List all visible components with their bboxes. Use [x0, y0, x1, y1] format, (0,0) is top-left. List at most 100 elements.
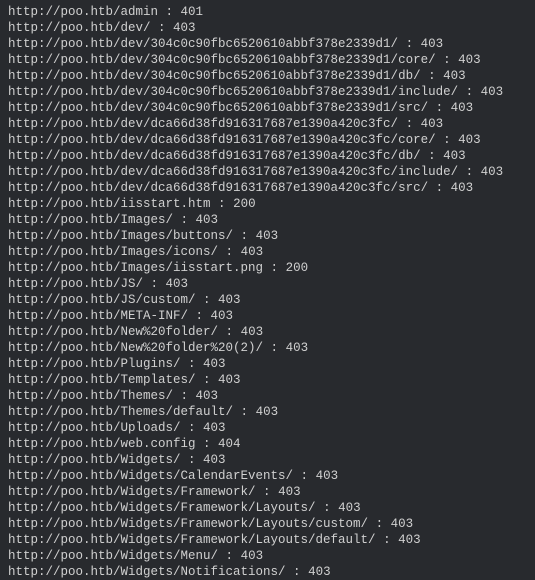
scan-url: http://poo.htb/dev/304c0c90fbc6520610abb… [8, 37, 398, 51]
output-line: http://poo.htb/New%20folder%20(2)/ : 403 [8, 340, 527, 356]
output-line: http://poo.htb/Widgets/Notifications/ : … [8, 564, 527, 580]
http-status: 403 [203, 453, 226, 467]
output-line: http://poo.htb/admin : 401 [8, 4, 527, 20]
scan-url: http://poo.htb/iisstart.htm [8, 197, 211, 211]
separator: : [256, 485, 279, 499]
http-status: 200 [233, 197, 256, 211]
http-status: 403 [398, 533, 421, 547]
scan-url: http://poo.htb/Widgets/ [8, 453, 181, 467]
output-line: http://poo.htb/Templates/ : 403 [8, 372, 527, 388]
scan-url: http://poo.htb/Widgets/Menu/ [8, 549, 218, 563]
http-status: 403 [218, 293, 241, 307]
http-status: 403 [211, 309, 234, 323]
separator: : [316, 501, 339, 515]
http-status: 403 [278, 485, 301, 499]
scan-url: http://poo.htb/Widgets/Framework/Layouts… [8, 501, 316, 515]
http-status: 403 [338, 501, 361, 515]
http-status: 403 [241, 549, 264, 563]
http-status: 403 [308, 565, 331, 579]
http-status: 403 [421, 37, 444, 51]
separator: : [428, 181, 451, 195]
output-line: http://poo.htb/Images/ : 403 [8, 212, 527, 228]
scan-url: http://poo.htb/JS/ [8, 277, 143, 291]
output-line: http://poo.htb/Widgets/Framework/Layouts… [8, 516, 527, 532]
separator: : [151, 21, 174, 35]
scan-url: http://poo.htb/Uploads/ [8, 421, 181, 435]
scan-url: http://poo.htb/Images/icons/ [8, 245, 218, 259]
http-status: 403 [173, 21, 196, 35]
output-line: http://poo.htb/dev/dca66d38fd916317687e1… [8, 116, 527, 132]
scan-url: http://poo.htb/Themes/default/ [8, 405, 233, 419]
output-line: http://poo.htb/Themes/default/ : 403 [8, 404, 527, 420]
separator: : [421, 69, 444, 83]
http-status: 403 [256, 229, 279, 243]
http-status: 404 [218, 437, 241, 451]
output-line: http://poo.htb/New%20folder/ : 403 [8, 324, 527, 340]
http-status: 403 [316, 469, 339, 483]
output-line: http://poo.htb/Widgets/Menu/ : 403 [8, 548, 527, 564]
scan-url: http://poo.htb/Themes/ [8, 389, 173, 403]
scan-url: http://poo.htb/dev/dca66d38fd916317687e1… [8, 181, 428, 195]
separator: : [181, 421, 204, 435]
separator: : [368, 517, 391, 531]
http-status: 403 [458, 133, 481, 147]
output-line: http://poo.htb/Widgets/Framework/Layouts… [8, 500, 527, 516]
scan-url: http://poo.htb/dev/dca66d38fd916317687e1… [8, 117, 398, 131]
http-status: 403 [286, 341, 309, 355]
separator: : [196, 373, 219, 387]
separator: : [143, 277, 166, 291]
scan-url: http://poo.htb/New%20folder%20(2)/ [8, 341, 263, 355]
separator: : [458, 165, 481, 179]
separator: : [211, 197, 234, 211]
output-line: http://poo.htb/Widgets/CalendarEvents/ :… [8, 468, 527, 484]
separator: : [286, 565, 309, 579]
separator: : [181, 453, 204, 467]
output-line: http://poo.htb/dev/dca66d38fd916317687e1… [8, 164, 527, 180]
http-status: 403 [481, 165, 504, 179]
separator: : [218, 245, 241, 259]
http-status: 403 [256, 405, 279, 419]
http-status: 401 [181, 5, 204, 19]
separator: : [158, 5, 181, 19]
separator: : [293, 469, 316, 483]
separator: : [428, 101, 451, 115]
separator: : [421, 149, 444, 163]
output-line: http://poo.htb/Widgets/Framework/Layouts… [8, 532, 527, 548]
http-status: 200 [286, 261, 309, 275]
separator: : [196, 437, 219, 451]
scan-url: http://poo.htb/dev/304c0c90fbc6520610abb… [8, 53, 436, 67]
http-status: 403 [166, 277, 189, 291]
separator: : [376, 533, 399, 547]
output-line: http://poo.htb/dev/304c0c90fbc6520610abb… [8, 68, 527, 84]
output-line: http://poo.htb/Uploads/ : 403 [8, 420, 527, 436]
separator: : [173, 389, 196, 403]
output-line: http://poo.htb/dev/304c0c90fbc6520610abb… [8, 36, 527, 52]
separator: : [233, 405, 256, 419]
output-line: http://poo.htb/dev/dca66d38fd916317687e1… [8, 180, 527, 196]
output-line: http://poo.htb/Images/buttons/ : 403 [8, 228, 527, 244]
scan-url: http://poo.htb/dev/304c0c90fbc6520610abb… [8, 69, 421, 83]
separator: : [233, 229, 256, 243]
output-line: http://poo.htb/iisstart.htm : 200 [8, 196, 527, 212]
scan-url: http://poo.htb/dev/ [8, 21, 151, 35]
http-status: 403 [203, 357, 226, 371]
separator: : [196, 293, 219, 307]
scan-url: http://poo.htb/dev/304c0c90fbc6520610abb… [8, 101, 428, 115]
output-line: http://poo.htb/Images/icons/ : 403 [8, 244, 527, 260]
output-line: http://poo.htb/web.config : 404 [8, 436, 527, 452]
http-status: 403 [443, 149, 466, 163]
scan-url: http://poo.htb/Widgets/CalendarEvents/ [8, 469, 293, 483]
terminal-output: http://poo.htb/admin : 401http://poo.htb… [8, 4, 527, 580]
scan-url: http://poo.htb/Templates/ [8, 373, 196, 387]
scan-url: http://poo.htb/Widgets/Framework/Layouts… [8, 533, 376, 547]
separator: : [436, 53, 459, 67]
output-line: http://poo.htb/Widgets/Framework/ : 403 [8, 484, 527, 500]
http-status: 403 [443, 69, 466, 83]
output-line: http://poo.htb/JS/ : 403 [8, 276, 527, 292]
http-status: 403 [203, 421, 226, 435]
separator: : [398, 37, 421, 51]
scan-url: http://poo.htb/dev/304c0c90fbc6520610abb… [8, 85, 458, 99]
scan-url: http://poo.htb/Widgets/Framework/Layouts… [8, 517, 368, 531]
http-status: 403 [458, 53, 481, 67]
separator: : [458, 85, 481, 99]
